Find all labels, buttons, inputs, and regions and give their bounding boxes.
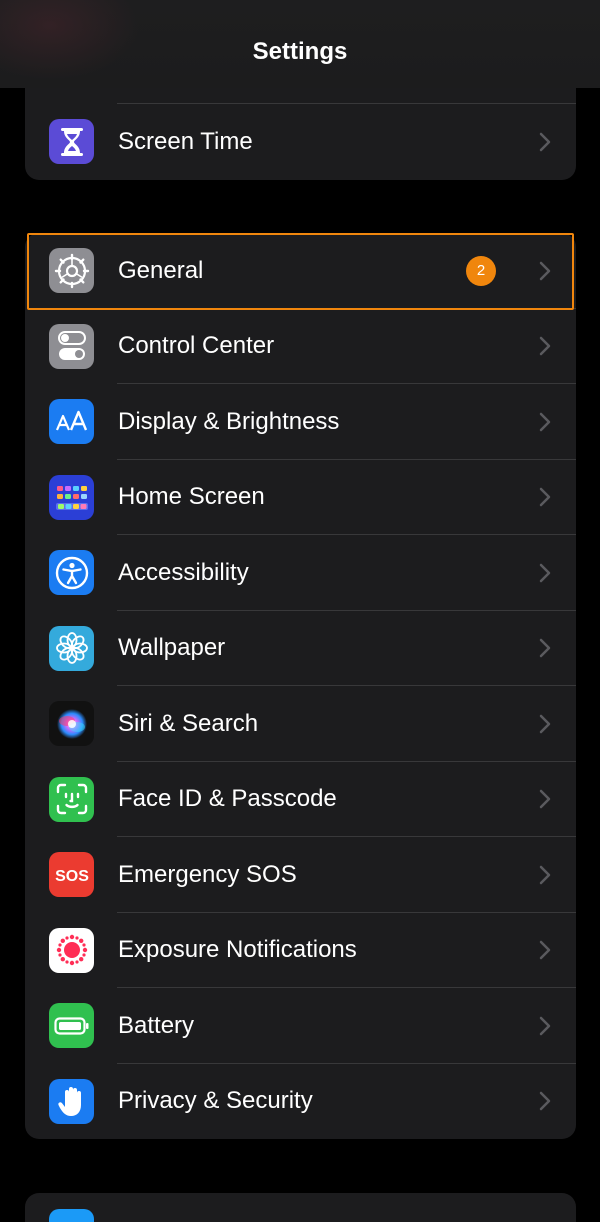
siri-icon: [49, 701, 94, 747]
chevron-right-icon: [538, 130, 552, 154]
chevron-right-icon: [538, 938, 552, 962]
chevron-right-icon: [538, 863, 552, 887]
settings-row-app-store[interactable]: [25, 1193, 576, 1222]
hand-icon: [49, 1078, 94, 1124]
settings-row-siri-search[interactable]: Siri & Search: [25, 686, 576, 762]
settings-row-display-brightness[interactable]: Display & Brightness: [25, 384, 576, 460]
row-label: Battery: [118, 1011, 195, 1039]
settings-row-battery[interactable]: Battery: [25, 988, 576, 1064]
row-label: Emergency SOS: [118, 860, 297, 888]
svg-text:SOS: SOS: [55, 868, 89, 885]
sos-icon: SOS: [49, 852, 94, 898]
accessibility-icon: [49, 550, 94, 596]
row-label: Display & Brightness: [118, 407, 340, 435]
settings-screen: Screen Time General 2 Control Center Dis…: [0, 0, 600, 1222]
chevron-right-icon: [538, 636, 552, 660]
row-label: Privacy & Security: [118, 1087, 313, 1115]
row-label: Accessibility: [118, 558, 249, 586]
chevron-right-icon: [538, 787, 552, 811]
settings-row-control-center[interactable]: Control Center: [25, 309, 576, 384]
settings-group-main: General 2 Control Center Display & Brigh…: [25, 233, 576, 1139]
notification-badge: 2: [466, 255, 496, 286]
settings-row-home-screen[interactable]: Home Screen: [25, 460, 576, 535]
toggles-icon: [49, 323, 94, 369]
chevron-right-icon: [538, 561, 552, 585]
settings-group-bottom: [25, 1193, 576, 1222]
flower-icon: [49, 625, 94, 671]
chevron-right-icon: [538, 410, 552, 434]
chevron-right-icon: [538, 334, 552, 358]
row-label: Exposure Notifications: [118, 936, 357, 964]
text-size-icon: [49, 399, 94, 445]
chevron-right-icon: [538, 712, 552, 736]
chevron-right-icon: [538, 259, 552, 283]
navigation-bar: Settings: [0, 0, 600, 88]
app-store-icon: [49, 1209, 94, 1222]
settings-row-emergency-sos[interactable]: SOS Emergency SOS: [25, 837, 576, 913]
face-id-icon: [49, 776, 94, 822]
gear-icon: [49, 248, 94, 294]
battery-icon: [49, 1003, 94, 1049]
chevron-right-icon: [538, 1014, 552, 1038]
chevron-right-icon: [538, 485, 552, 509]
app-grid-icon: [49, 474, 94, 520]
row-label: General: [118, 256, 204, 284]
settings-row-screen-time[interactable]: Screen Time: [25, 104, 576, 180]
row-label: Siri & Search: [118, 709, 259, 737]
row-label: Wallpaper: [118, 634, 226, 662]
page-title: Settings: [252, 38, 348, 65]
row-label: Home Screen: [118, 483, 265, 511]
row-label: Screen Time: [118, 127, 253, 155]
exposure-icon: [49, 927, 94, 973]
settings-row-face-id[interactable]: Face ID & Passcode: [25, 762, 576, 837]
row-label: Face ID & Passcode: [118, 785, 337, 813]
settings-row-exposure-notifications[interactable]: Exposure Notifications: [25, 913, 576, 988]
hourglass-icon: [49, 119, 94, 165]
settings-row-wallpaper[interactable]: Wallpaper: [25, 611, 576, 686]
row-label: Control Center: [118, 332, 275, 360]
settings-row-accessibility[interactable]: Accessibility: [25, 535, 576, 611]
settings-row-privacy-security[interactable]: Privacy & Security: [25, 1064, 576, 1140]
settings-row-general[interactable]: General 2: [25, 233, 576, 309]
chevron-right-icon: [538, 1089, 552, 1113]
